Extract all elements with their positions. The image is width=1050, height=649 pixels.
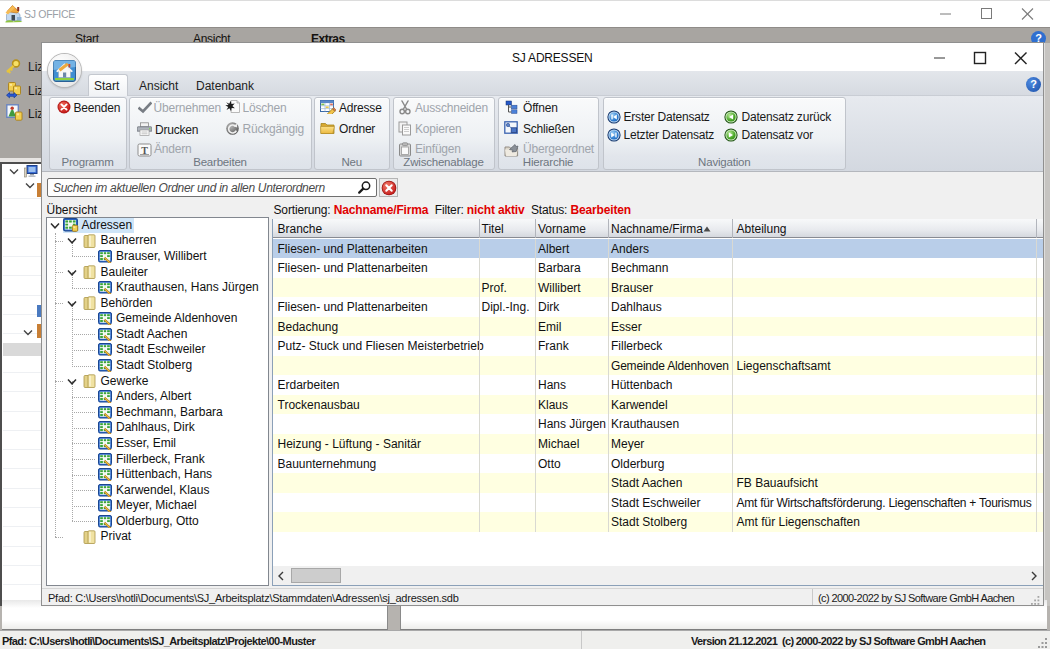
svg-text:T: T bbox=[141, 145, 148, 156]
